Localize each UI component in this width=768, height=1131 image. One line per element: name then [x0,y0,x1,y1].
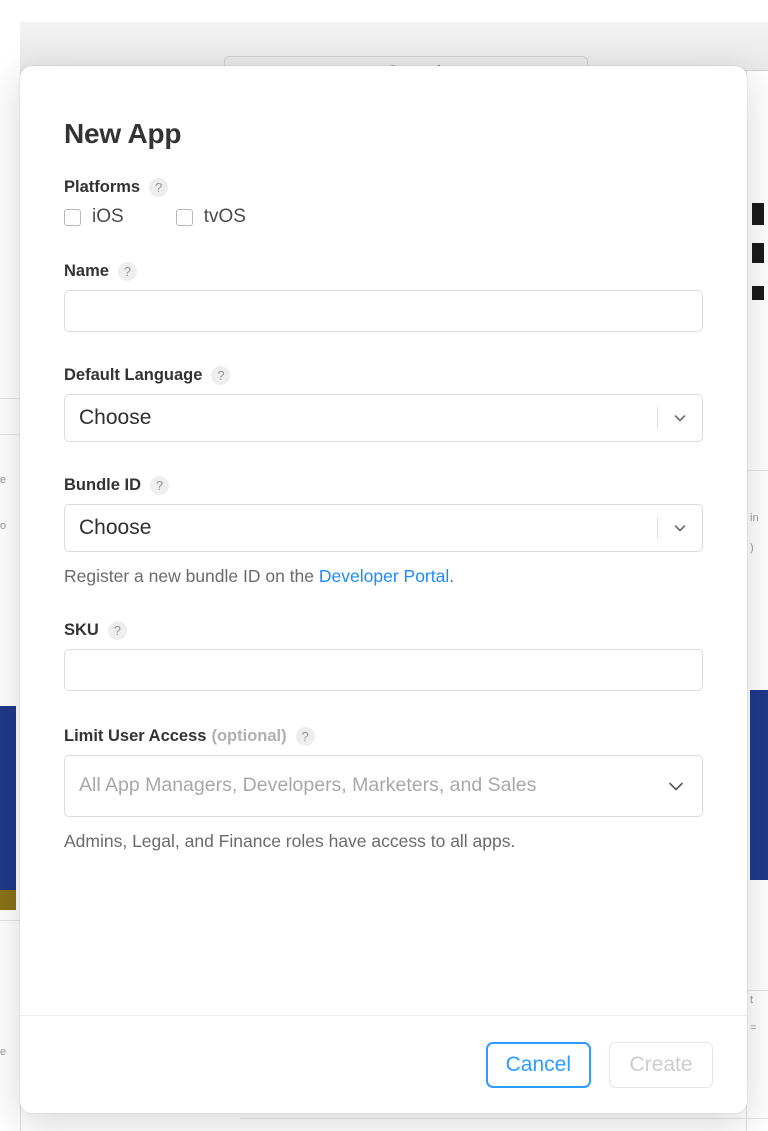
background-thumbnail [750,690,768,880]
developer-portal-link[interactable]: Developer Portal [319,566,449,586]
new-app-modal: New App Platforms ? iOS tvOS [20,66,747,1113]
limit-user-access-optional: (optional) [211,727,286,746]
background-text-fragment: e [0,474,18,486]
checkbox-ios[interactable]: iOS [64,206,124,228]
chevron-down-icon [666,776,686,796]
checkbox-tvos-label: tvOS [204,206,246,228]
field-label-row: Limit User Access (optional) ? [64,727,703,746]
background-row-divider [240,1118,768,1119]
background-text-fragment: ) [750,542,768,554]
help-icon[interactable]: ? [296,727,315,746]
background-text-fragment: e [0,1046,18,1058]
select-divider [657,407,658,429]
screen: Search e o e in ) t = · · · · · · · · · … [0,0,768,1131]
field-bundle-id: Bundle ID ? Choose Register a new bundle… [64,476,703,589]
checkbox-ios-label: iOS [92,206,124,228]
checkbox-tvos[interactable]: tvOS [176,206,246,228]
name-label: Name [64,262,109,281]
help-icon[interactable]: ? [108,621,127,640]
background-text-fragment: in [750,512,768,524]
name-input[interactable] [64,290,703,332]
new-app-modal-footer: Cancel Create [20,1015,747,1113]
limit-user-access-placeholder: All App Managers, Developers, Marketers,… [65,774,536,797]
checkbox-box-icon[interactable] [176,209,193,226]
select-divider [657,517,658,539]
sku-label: SKU [64,621,99,640]
help-icon[interactable]: ? [149,178,168,197]
new-app-modal-body: New App Platforms ? iOS tvOS [20,66,747,1015]
field-label-row: Default Language ? [64,366,703,385]
bundle-id-hint-suffix: . [449,566,454,586]
create-button[interactable]: Create [609,1042,713,1088]
background-row-divider [747,990,768,991]
field-label-row: Platforms ? [64,178,703,197]
background-thumbnail [752,286,764,300]
limit-user-access-select[interactable]: All App Managers, Developers, Marketers,… [64,755,703,817]
field-label-row: Bundle ID ? [64,476,703,495]
background-row-divider [0,920,20,921]
background-text-fragment: o [0,520,18,532]
sku-input[interactable] [64,649,703,691]
background-thumbnail [752,203,764,225]
bundle-id-select[interactable]: Choose [64,504,703,552]
platforms-label: Platforms [64,178,140,197]
background-toolbar: Search [20,22,768,71]
default-language-label: Default Language [64,366,202,385]
checkbox-box-icon[interactable] [64,209,81,226]
background-row-divider [0,434,20,435]
help-icon[interactable]: ? [118,262,137,281]
limit-user-access-label: Limit User Access [64,727,206,746]
field-default-language: Default Language ? Choose [64,366,703,442]
background-text-fragment: = [750,1022,768,1034]
limit-user-access-hint: Admins, Legal, and Finance roles have ac… [64,830,703,854]
bundle-id-hint: Register a new bundle ID on the Develope… [64,565,703,589]
field-label-row: SKU ? [64,621,703,640]
field-platforms: Platforms ? iOS tvOS [64,178,703,228]
background-left-gutter [0,0,20,1131]
background-row-divider [747,470,768,471]
chevron-down-icon [672,520,688,536]
bundle-id-hint-prefix: Register a new bundle ID on the [64,566,319,586]
field-label-row: Name ? [64,262,703,281]
background-thumbnail [752,243,764,263]
bundle-id-label: Bundle ID [64,476,141,495]
field-limit-user-access: Limit User Access (optional) ? All App M… [64,727,703,854]
background-thumbnail [0,706,16,906]
field-name: Name ? [64,262,703,332]
background-text-fragment: t [750,994,768,1006]
field-sku: SKU ? [64,621,703,691]
default-language-select[interactable]: Choose [64,394,703,442]
cancel-button[interactable]: Cancel [486,1042,591,1088]
background-thumbnail [0,890,16,910]
platforms-checkbox-row: iOS tvOS [64,206,703,228]
default-language-value: Choose [65,406,151,430]
chevron-down-icon [672,410,688,426]
help-icon[interactable]: ? [150,476,169,495]
bundle-id-value: Choose [65,516,151,540]
help-icon[interactable]: ? [211,366,230,385]
background-row-divider [0,398,20,399]
page-title: New App [64,118,703,150]
